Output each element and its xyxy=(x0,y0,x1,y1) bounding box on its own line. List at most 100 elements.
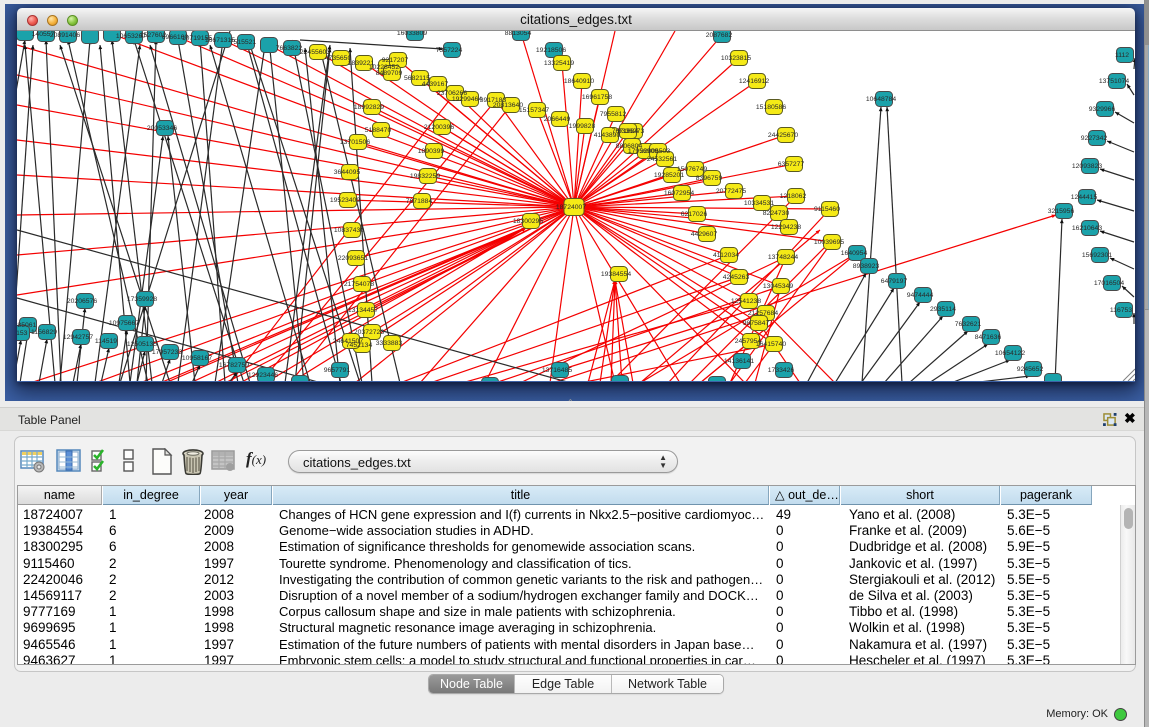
svg-text:24641507: 24641507 xyxy=(333,338,363,345)
svg-text:12416912: 12416912 xyxy=(739,78,769,85)
svg-text:2087682: 2087682 xyxy=(706,32,733,39)
svg-text:19832259: 19832259 xyxy=(410,173,440,180)
svg-text:8471636: 8471636 xyxy=(975,334,1002,341)
svg-text:8396759: 8396759 xyxy=(696,175,723,182)
svg-text:9875847: 9875847 xyxy=(743,320,770,327)
svg-text:39153: 39153 xyxy=(17,330,28,337)
svg-text:2935114: 2935114 xyxy=(930,306,956,313)
svg-text:7671884: 7671884 xyxy=(406,198,433,205)
svg-text:9329966: 9329966 xyxy=(1089,106,1116,113)
svg-text:1112: 1112 xyxy=(1115,52,1129,59)
svg-text:21257684: 21257684 xyxy=(748,310,778,317)
svg-text:7663822: 7663822 xyxy=(276,45,303,52)
svg-text:3333883: 3333883 xyxy=(376,340,403,347)
svg-text:6479197: 6479197 xyxy=(881,278,908,285)
svg-text:9245652: 9245652 xyxy=(1017,366,1044,373)
svg-text:8813054: 8813054 xyxy=(505,31,532,37)
svg-text:3215956: 3215956 xyxy=(1048,208,1075,215)
svg-text:16415740: 16415740 xyxy=(756,341,786,348)
svg-text:5188470: 5188470 xyxy=(365,127,392,134)
svg-text:21754078: 21754078 xyxy=(344,281,374,288)
svg-text:8224730: 8224730 xyxy=(763,210,790,217)
svg-text:18640910: 18640910 xyxy=(564,78,594,85)
svg-text:13748244: 13748244 xyxy=(768,254,798,261)
svg-text:10975667: 10975667 xyxy=(109,320,139,327)
svg-text:12505135: 12505135 xyxy=(127,341,157,348)
svg-text:10334531: 10334531 xyxy=(744,200,774,207)
svg-text:22093651: 22093651 xyxy=(338,255,368,262)
svg-text:8938923: 8938923 xyxy=(853,263,880,270)
svg-text:9115460: 9115460 xyxy=(814,206,840,213)
svg-text:9227342: 9227342 xyxy=(1081,135,1108,142)
svg-text:10654122: 10654122 xyxy=(995,350,1025,357)
svg-text:1156829: 1156829 xyxy=(31,329,57,336)
svg-text:1640954: 1640954 xyxy=(841,250,868,257)
svg-text:9474444: 9474444 xyxy=(907,292,934,299)
svg-text:4245263: 4245263 xyxy=(723,274,750,281)
svg-text:20891406: 20891406 xyxy=(50,32,80,39)
svg-text:1890399: 1890399 xyxy=(418,148,445,155)
svg-text:17016504: 17016504 xyxy=(1094,280,1124,287)
svg-text:10323815: 10323815 xyxy=(721,55,751,62)
svg-text:20053346: 20053346 xyxy=(147,125,177,132)
svg-text:16072954: 16072954 xyxy=(664,190,694,197)
svg-text:12923446: 12923446 xyxy=(248,372,278,379)
svg-text:2066449: 2066449 xyxy=(544,116,571,123)
svg-text:16782759: 16782759 xyxy=(219,362,249,369)
svg-text:3644095: 3644095 xyxy=(334,169,361,176)
svg-text:18992829: 18992829 xyxy=(354,104,384,111)
svg-text:9217207: 9217207 xyxy=(382,57,409,64)
svg-text:4429607: 4429607 xyxy=(691,231,718,238)
svg-text:13325419: 13325419 xyxy=(544,60,574,67)
svg-text:13716485: 13716485 xyxy=(542,367,572,374)
svg-text:12942757: 12942757 xyxy=(63,334,93,341)
svg-text:7357224: 7357224 xyxy=(436,47,463,54)
svg-text:19384554: 19384554 xyxy=(601,271,631,278)
svg-text:10958167: 10958167 xyxy=(182,355,212,362)
svg-text:13045349: 13045349 xyxy=(763,283,793,290)
svg-text:24425670: 24425670 xyxy=(768,132,798,139)
svg-text:16033809: 16033809 xyxy=(397,31,427,37)
svg-text:1244415: 1244415 xyxy=(1071,194,1098,201)
svg-text:8489709: 8489709 xyxy=(376,70,403,77)
svg-text:4439167: 4439167 xyxy=(422,81,449,88)
svg-text:13701506: 13701506 xyxy=(340,139,370,146)
svg-text:24532561: 24532561 xyxy=(647,156,677,163)
svg-text:14136141: 14136141 xyxy=(724,358,754,365)
svg-text:12541238: 12541238 xyxy=(731,298,761,305)
svg-text:10039695: 10039695 xyxy=(814,239,844,246)
svg-text:20206576: 20206576 xyxy=(67,298,97,305)
svg-text:9657791: 9657791 xyxy=(324,367,351,374)
svg-text:6217026: 6217026 xyxy=(681,211,708,218)
svg-text:4112034: 4112034 xyxy=(713,252,739,259)
svg-text:15076749: 15076749 xyxy=(677,166,707,173)
svg-text:1733426: 1733426 xyxy=(768,367,795,374)
svg-text:15180586: 15180586 xyxy=(756,104,786,111)
svg-text:1999828: 1999828 xyxy=(569,123,596,130)
svg-text:116753: 116753 xyxy=(1110,307,1132,314)
svg-text:985061: 985061 xyxy=(17,322,37,329)
svg-text:15157347: 15157347 xyxy=(519,107,549,114)
svg-text:19299464: 19299464 xyxy=(452,96,482,103)
svg-text:13134457: 13134457 xyxy=(348,307,378,314)
svg-text:18724007: 18724007 xyxy=(556,204,586,211)
svg-text:19218506: 19218506 xyxy=(536,47,566,54)
svg-text:19285201: 19285201 xyxy=(654,172,684,179)
svg-text:17359928: 17359928 xyxy=(127,296,157,303)
svg-text:16961758: 16961758 xyxy=(582,94,612,101)
svg-text:20772475: 20772475 xyxy=(716,188,746,195)
svg-text:12093823: 12093823 xyxy=(1072,163,1102,170)
svg-text:20372723: 20372723 xyxy=(354,329,384,336)
svg-text:12294238: 12294238 xyxy=(771,224,801,231)
svg-text:19523409: 19523409 xyxy=(330,197,360,204)
svg-text:7632621: 7632621 xyxy=(955,321,982,328)
svg-text:10648784: 10648784 xyxy=(866,96,896,103)
svg-text:7515521: 7515521 xyxy=(230,39,257,46)
svg-text:7955812: 7955812 xyxy=(600,111,627,118)
svg-text:13751074: 13751074 xyxy=(1099,78,1129,85)
svg-text:114519: 114519 xyxy=(95,338,117,345)
svg-text:10837430: 10837430 xyxy=(334,227,364,234)
svg-text:22806503: 22806503 xyxy=(640,148,670,155)
svg-text:6357277: 6357277 xyxy=(778,161,805,168)
svg-text:21200396: 21200396 xyxy=(424,124,454,131)
